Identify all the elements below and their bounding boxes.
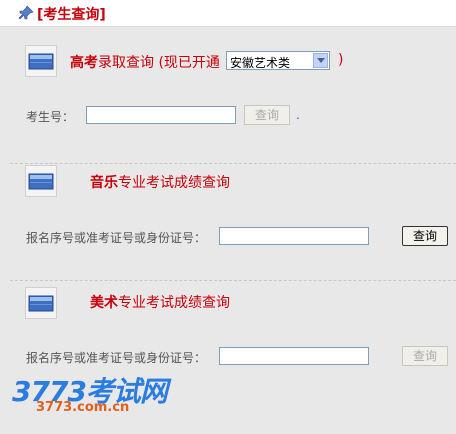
art-title-main: 专业考试成绩查询: [118, 295, 230, 311]
panel-title: [考生查询]: [37, 7, 106, 23]
monitor-icon: [25, 287, 57, 319]
watermark-url: 3773.com.cn: [36, 400, 130, 415]
music-id-label: 报名序号或准考证号或身份证号：: [26, 231, 207, 245]
art-id-input[interactable]: [219, 347, 369, 365]
candidate-number-label: 考生号：: [26, 110, 75, 124]
art-id-label: 报名序号或准考证号或身份证号：: [26, 351, 207, 365]
monitor-icon: [25, 165, 57, 197]
music-title-main: 专业考试成绩查询: [118, 175, 230, 191]
pushpin-icon: [18, 5, 34, 20]
art-title: 美术专业考试成绩查询: [90, 292, 230, 312]
province-category-select-value: 安徽艺术类: [230, 56, 291, 70]
music-title-prefix: 音乐: [90, 175, 118, 191]
gaokao-title-suffix: ): [338, 52, 344, 68]
trailing-dot: .: [296, 108, 300, 122]
music-query-button[interactable]: 查询: [402, 226, 448, 246]
art-query-button[interactable]: 查询: [402, 346, 448, 366]
gaokao-query-button[interactable]: 查询: [244, 105, 290, 125]
gaokao-title-prefix: 高考: [70, 55, 98, 71]
music-title: 音乐专业考试成绩查询: [90, 172, 230, 192]
gaokao-title: 高考录取查询 (现已开通: [70, 52, 220, 72]
art-title-prefix: 美术: [90, 295, 118, 311]
music-id-input[interactable]: [219, 227, 369, 245]
province-category-select[interactable]: 安徽艺术类: [226, 51, 330, 70]
monitor-icon: [25, 45, 57, 77]
section-divider: [10, 163, 456, 164]
gaokao-title-main: 录取查询 (现已开通: [98, 55, 220, 71]
section-divider: [10, 280, 456, 281]
chevron-down-icon[interactable]: [313, 53, 328, 68]
candidate-number-input[interactable]: [86, 106, 236, 124]
panel-header: [考生查询]: [0, 0, 456, 27]
